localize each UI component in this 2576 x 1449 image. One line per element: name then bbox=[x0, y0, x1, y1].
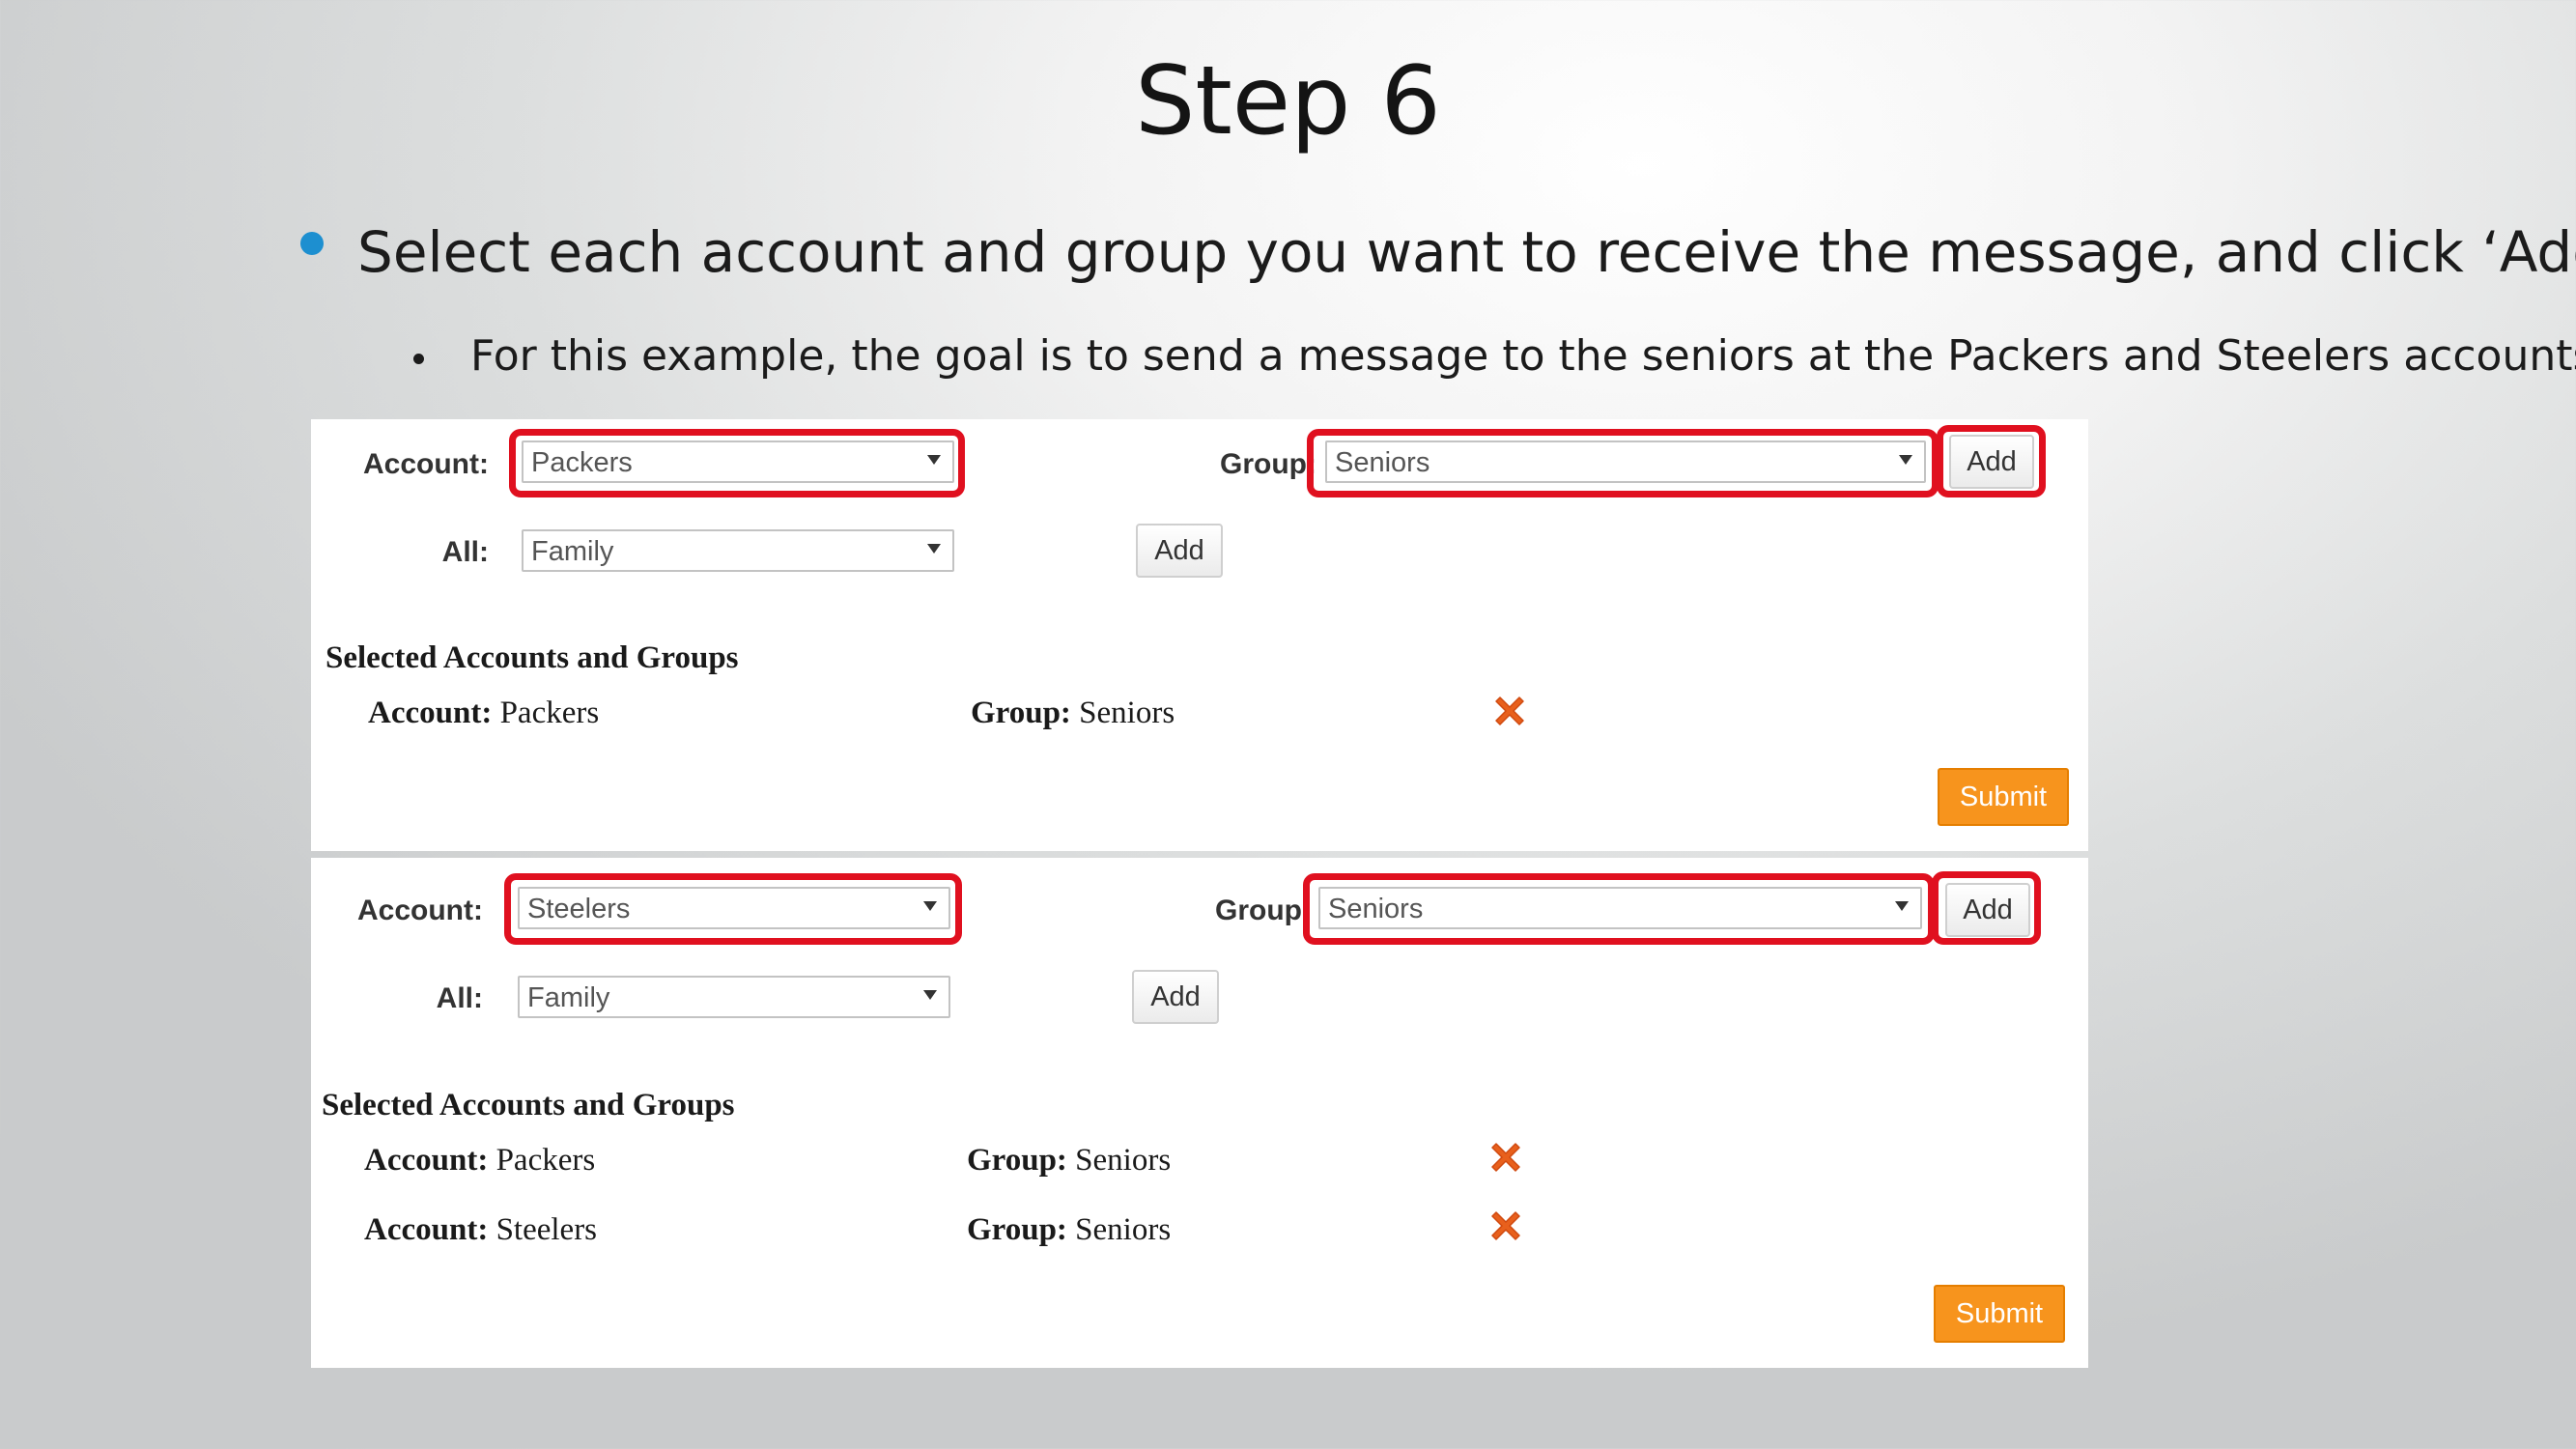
remove-icon[interactable] bbox=[1486, 1207, 1525, 1245]
selected-group: Group: Seniors bbox=[971, 697, 1175, 729]
account-highlight bbox=[504, 873, 962, 945]
selected-account: Account: Packers bbox=[364, 1145, 595, 1177]
account-label: Account: bbox=[363, 448, 489, 480]
bullet-dot bbox=[300, 232, 324, 255]
add-all-button[interactable]: Add bbox=[1132, 970, 1219, 1024]
account-key: Account: bbox=[364, 1212, 489, 1247]
bullet-sub-text: For this example, the goal is to send a … bbox=[470, 331, 2576, 381]
sub-bullet-dot bbox=[413, 354, 424, 364]
account-key: Account: bbox=[364, 1143, 489, 1178]
screenshot-panel-1: Account: Packers Group: Seniors Add All:… bbox=[311, 419, 2088, 851]
selected-section-title: Selected Accounts and Groups bbox=[322, 1088, 735, 1122]
dropdown-arrow-icon bbox=[927, 544, 941, 554]
add-highlight bbox=[1937, 425, 2046, 497]
submit-button[interactable]: Submit bbox=[1938, 768, 2069, 826]
all-label: All: bbox=[436, 982, 483, 1014]
group-key: Group: bbox=[971, 696, 1071, 730]
account-name: Steelers bbox=[495, 1212, 598, 1247]
add-highlight bbox=[1932, 871, 2041, 945]
dropdown-arrow-icon bbox=[923, 990, 937, 1000]
all-label: All: bbox=[441, 536, 489, 568]
slide-title: Step 6 bbox=[1135, 46, 1441, 156]
all-select-value: Family bbox=[531, 536, 614, 567]
group-highlight bbox=[1303, 873, 1935, 945]
selected-section-title: Selected Accounts and Groups bbox=[326, 640, 739, 675]
all-select[interactable]: Family bbox=[522, 529, 954, 572]
group-label: Group: bbox=[1215, 895, 1312, 926]
group-name: Seniors bbox=[1075, 1212, 1172, 1247]
account-highlight bbox=[509, 429, 965, 497]
group-name: Seniors bbox=[1079, 696, 1175, 730]
screenshot-panel-2: Account: Steelers Group: Seniors Add All… bbox=[311, 858, 2088, 1368]
bullet-main-text: Select each account and group you want t… bbox=[357, 219, 2576, 285]
group-key: Group: bbox=[967, 1212, 1067, 1247]
account-label: Account: bbox=[357, 895, 483, 926]
all-select[interactable]: Family bbox=[518, 976, 950, 1018]
group-key: Group: bbox=[967, 1143, 1067, 1178]
all-select-value: Family bbox=[527, 982, 610, 1013]
account-name: Packers bbox=[499, 696, 600, 730]
selected-account: Account: Packers bbox=[368, 697, 599, 729]
selected-group: Group: Seniors bbox=[967, 1214, 1171, 1246]
group-name: Seniors bbox=[1075, 1143, 1172, 1178]
account-name: Packers bbox=[495, 1143, 596, 1178]
remove-icon[interactable] bbox=[1486, 1138, 1525, 1177]
add-all-button[interactable]: Add bbox=[1136, 524, 1223, 578]
remove-icon[interactable] bbox=[1490, 692, 1529, 730]
selected-group: Group: Seniors bbox=[967, 1145, 1171, 1177]
submit-button[interactable]: Submit bbox=[1934, 1285, 2065, 1343]
group-highlight bbox=[1307, 429, 1939, 497]
selected-account: Account: Steelers bbox=[364, 1214, 597, 1246]
account-key: Account: bbox=[368, 696, 493, 730]
group-label: Group: bbox=[1220, 448, 1316, 480]
